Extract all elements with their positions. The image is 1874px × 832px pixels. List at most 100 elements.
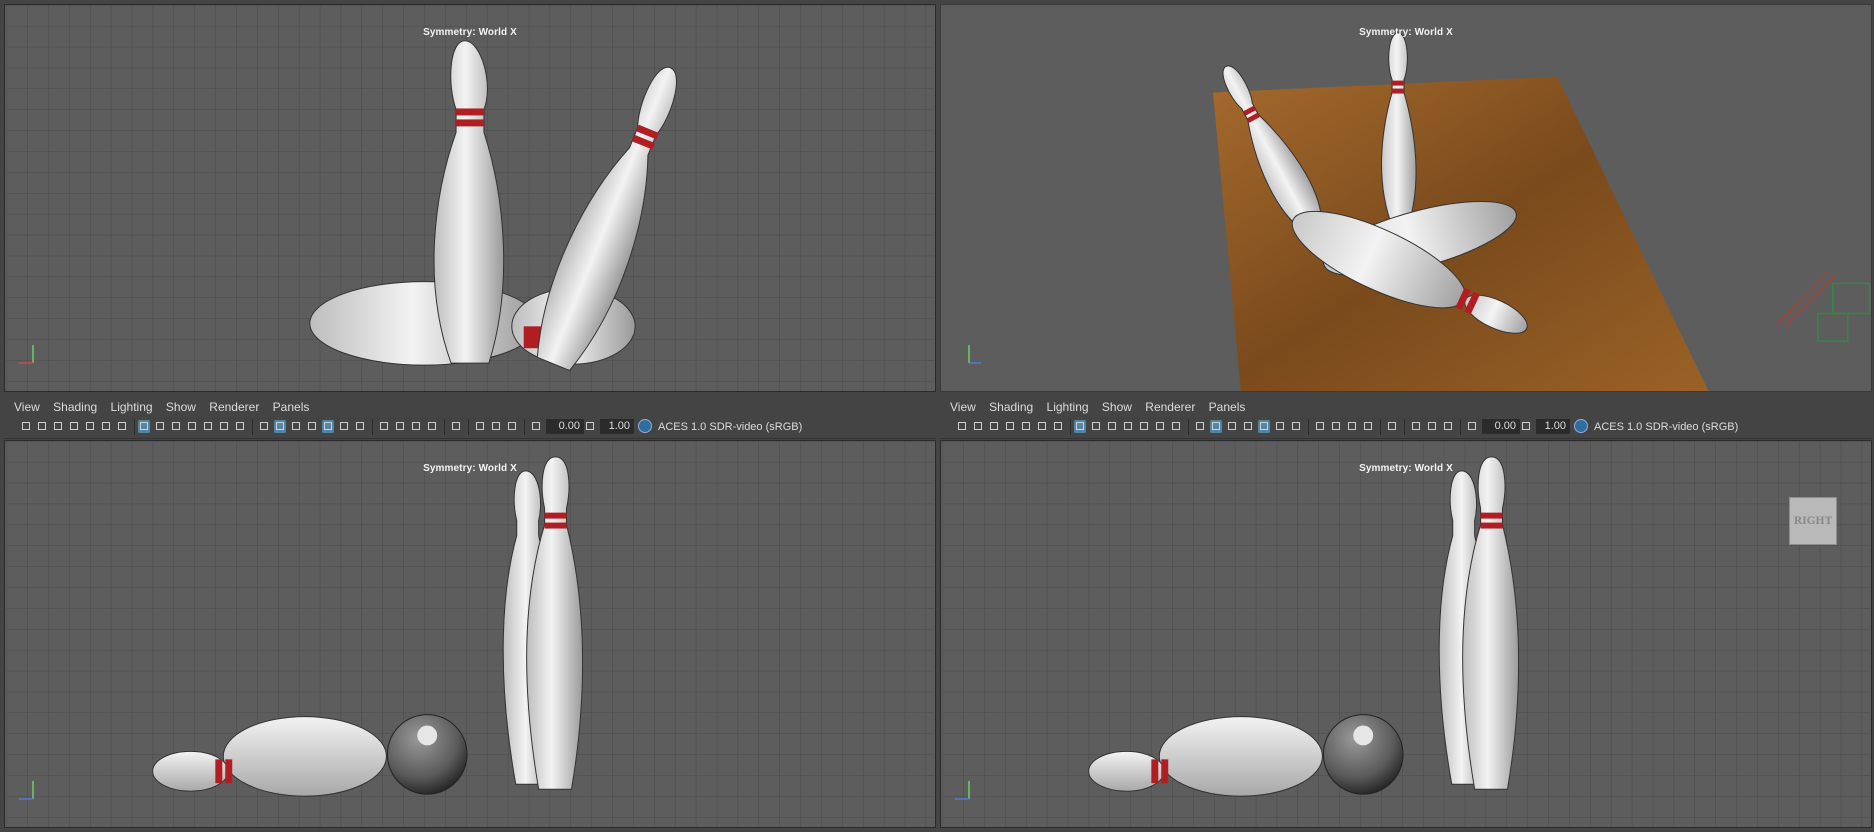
menu-lighting[interactable]: Lighting	[1047, 397, 1089, 417]
safe-title-icon[interactable]	[1170, 420, 1182, 433]
2d-pan-icon[interactable]	[1020, 420, 1032, 433]
menu-panels[interactable]: Panels	[273, 397, 310, 417]
field-chart-icon[interactable]	[202, 420, 214, 433]
menubar-right: View Shading Lighting Show Renderer Pane…	[940, 397, 1872, 417]
wireframe-on-shaded-icon[interactable]	[290, 420, 302, 433]
2d-pan-icon[interactable]	[84, 420, 96, 433]
xray-icon[interactable]	[322, 420, 334, 433]
isolate-select-icon[interactable]	[1386, 420, 1398, 433]
grease-pencil-icon[interactable]	[100, 420, 112, 433]
menu-show[interactable]: Show	[1102, 397, 1132, 417]
divider	[252, 419, 253, 435]
color-management-icon[interactable]	[1574, 419, 1588, 433]
menu-panels[interactable]: Panels	[1209, 397, 1246, 417]
film-gate-icon[interactable]	[1090, 420, 1102, 433]
select-camera-icon[interactable]	[956, 420, 968, 433]
color-space-label[interactable]: ACES 1.0 SDR-video (sRGB)	[1594, 419, 1738, 435]
gate-mask-icon[interactable]	[1122, 420, 1134, 433]
menu-lighting[interactable]: Lighting	[111, 397, 153, 417]
menu-renderer[interactable]: Renderer	[209, 397, 259, 417]
safe-action-icon[interactable]	[218, 420, 230, 433]
film-gate-icon[interactable]	[154, 420, 166, 433]
scene-perspective-view	[942, 5, 1871, 391]
xray-active-icon[interactable]	[1426, 420, 1438, 433]
exposure-field[interactable]: 0.00	[546, 419, 584, 434]
bookmarks-icon[interactable]	[988, 420, 1000, 433]
menubar-left: View Shading Lighting Show Renderer Pane…	[4, 397, 936, 417]
smooth-shade-icon[interactable]	[1210, 420, 1222, 433]
exposure-icon[interactable]	[1466, 420, 1478, 433]
grid-icon[interactable]	[116, 420, 128, 433]
scene-right-view	[942, 441, 1870, 827]
wireframe-icon[interactable]	[1194, 420, 1206, 433]
lights-icon[interactable]	[1274, 420, 1286, 433]
gate-mask-icon[interactable]	[186, 420, 198, 433]
gamma-field[interactable]: 1.00	[1536, 419, 1570, 434]
safe-title-icon[interactable]	[234, 420, 246, 433]
camera-attributes-icon[interactable]	[36, 420, 48, 433]
depth-of-field-icon[interactable]	[1362, 420, 1374, 433]
antialiasing-icon[interactable]	[1346, 420, 1358, 433]
color-space-label[interactable]: ACES 1.0 SDR-video (sRGB)	[658, 419, 802, 435]
shadows-icon[interactable]	[1290, 420, 1302, 433]
symmetry-label: Symmetry: World X	[1359, 27, 1453, 38]
gamma-icon[interactable]	[1520, 420, 1532, 433]
textured-icon[interactable]	[306, 420, 318, 433]
exposure-field[interactable]: 0.00	[1482, 419, 1520, 434]
xray-icon[interactable]	[1258, 420, 1270, 433]
bookmarks-icon[interactable]	[52, 420, 64, 433]
menu-view[interactable]: View	[14, 397, 40, 417]
field-chart-icon[interactable]	[1138, 420, 1150, 433]
grid-icon[interactable]	[1052, 420, 1064, 433]
shadows-icon[interactable]	[354, 420, 366, 433]
grid-toggle-icon[interactable]	[138, 420, 150, 433]
ambient-occlusion-icon[interactable]	[1314, 420, 1326, 433]
menu-show[interactable]: Show	[166, 397, 196, 417]
menu-shading[interactable]: Shading	[989, 397, 1033, 417]
divider	[1308, 419, 1309, 435]
xray-joints-icon[interactable]	[1410, 420, 1422, 433]
backface-culling-icon[interactable]	[506, 420, 518, 433]
viewport-bottom-left[interactable]: Symmetry: World X	[4, 440, 936, 828]
divider	[134, 419, 135, 435]
divider	[1404, 419, 1405, 435]
lights-icon[interactable]	[338, 420, 350, 433]
smooth-shade-icon[interactable]	[274, 420, 286, 433]
viewcube[interactable]: RIGHT	[1789, 497, 1837, 545]
divider	[468, 419, 469, 435]
viewport-bottom-right[interactable]: Symmetry: World X RIGHT	[940, 440, 1872, 828]
toolbar-right: 0.00 1.00 ACES 1.0 SDR-video (sRGB)	[940, 416, 1872, 439]
menu-view[interactable]: View	[950, 397, 976, 417]
resolution-gate-icon[interactable]	[170, 420, 182, 433]
menu-renderer[interactable]: Renderer	[1145, 397, 1195, 417]
viewport-top-right[interactable]: Symmetry: World X	[940, 4, 1872, 392]
gamma-icon[interactable]	[584, 420, 596, 433]
depth-of-field-icon[interactable]	[426, 420, 438, 433]
wireframe-on-shaded-icon[interactable]	[1226, 420, 1238, 433]
camera-attributes-icon[interactable]	[972, 420, 984, 433]
symmetry-label: Symmetry: World X	[423, 463, 517, 474]
motion-blur-icon[interactable]	[1330, 420, 1342, 433]
grease-pencil-icon[interactable]	[1036, 420, 1048, 433]
safe-action-icon[interactable]	[1154, 420, 1166, 433]
antialiasing-icon[interactable]	[410, 420, 422, 433]
color-management-icon[interactable]	[638, 419, 652, 433]
resolution-gate-icon[interactable]	[1106, 420, 1118, 433]
axis-gizmo	[968, 345, 981, 364]
image-plane-icon[interactable]	[68, 420, 80, 433]
grid-toggle-icon[interactable]	[1074, 420, 1086, 433]
isolate-select-icon[interactable]	[450, 420, 462, 433]
ambient-occlusion-icon[interactable]	[378, 420, 390, 433]
image-plane-icon[interactable]	[1004, 420, 1016, 433]
wireframe-icon[interactable]	[258, 420, 270, 433]
select-camera-icon[interactable]	[20, 420, 32, 433]
textured-icon[interactable]	[1242, 420, 1254, 433]
exposure-icon[interactable]	[530, 420, 542, 433]
xray-active-icon[interactable]	[490, 420, 502, 433]
motion-blur-icon[interactable]	[394, 420, 406, 433]
gamma-field[interactable]: 1.00	[600, 419, 634, 434]
viewport-top-left[interactable]: Symmetry: World X	[4, 4, 936, 392]
menu-shading[interactable]: Shading	[53, 397, 97, 417]
backface-culling-icon[interactable]	[1442, 420, 1454, 433]
xray-joints-icon[interactable]	[474, 420, 486, 433]
